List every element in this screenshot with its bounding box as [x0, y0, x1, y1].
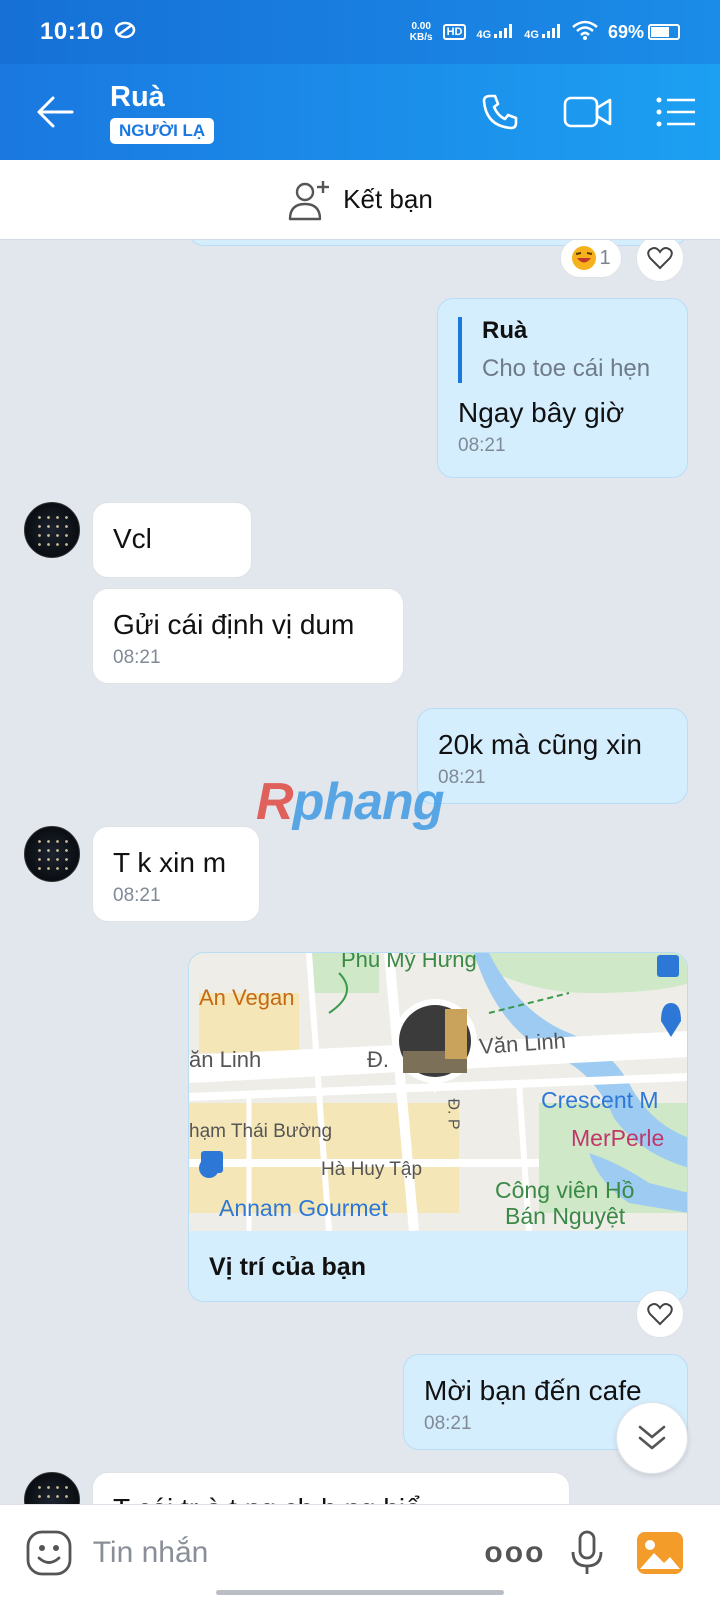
more-dots-icon: ooo: [484, 1535, 546, 1569]
message-time: 08:21: [438, 767, 486, 788]
message-bubble-outgoing[interactable]: 20k mà cũng xin 08:21: [417, 708, 688, 804]
map-label-annam: Annam Gourmet: [219, 1195, 388, 1221]
heart-icon: [647, 247, 673, 270]
quoted-text: Cho toe cái hẹn: [482, 355, 651, 382]
avatar[interactable]: [24, 1472, 80, 1504]
message-text: T k xin m: [113, 847, 227, 878]
message-text: Ngay bây giờ: [458, 397, 625, 428]
map-label-phu-my-hung: Phú Mỹ Hưng: [341, 953, 477, 972]
battery-percent: 69%: [607, 21, 644, 42]
status-indicators: 0.00 KB/s HD 4G 4G 69%: [410, 20, 680, 45]
menu-button[interactable]: [632, 64, 720, 160]
status-bar: 10:10 0.00 KB/s HD 4G 4G 69%: [0, 0, 720, 64]
chat-messages[interactable]: 1 Ruà Cho toe cái hẹn Ngay bây giờ 08:21…: [0, 240, 720, 1504]
avatar[interactable]: [24, 502, 80, 558]
add-user-icon: [288, 180, 330, 220]
hd-icon: HD: [442, 24, 467, 40]
wifi-icon: [572, 20, 598, 45]
message-composer: ooo: [0, 1504, 720, 1600]
voice-call-button[interactable]: [456, 64, 544, 160]
phone-icon: [482, 94, 518, 130]
location-caption: Vị trí của bạn: [209, 1252, 366, 1281]
message-bubble-quote-reply[interactable]: Ruà Cho toe cái hẹn Ngay bây giờ 08:21: [437, 298, 688, 478]
message-bubble-incoming[interactable]: Vcl: [92, 502, 252, 578]
chat-header: Ruà NGƯỜI LẠ: [0, 64, 720, 160]
map-label-dp: Đ. P: [444, 1098, 462, 1130]
reaction-count: 1: [599, 246, 611, 269]
avatar[interactable]: [24, 826, 80, 882]
smiley-icon: [26, 1530, 72, 1575]
signal-1-label: 4G: [476, 28, 492, 41]
battery-fill: [651, 27, 669, 37]
image-gallery-icon: [636, 1531, 683, 1574]
back-button[interactable]: [0, 64, 110, 160]
map-label-ban-nguyet: Bán Nguyệt: [505, 1203, 626, 1229]
sticker-button[interactable]: [24, 1513, 75, 1593]
watermark-r: R: [256, 773, 294, 831]
message-bubble-incoming-partial[interactable]: T cái tr à t ng ch h ng hiể: [92, 1472, 570, 1504]
message-bubble-incoming[interactable]: T k xin m 08:21: [92, 826, 260, 922]
net-speed-value: 0.00: [411, 21, 431, 32]
map-label-an-vegan: An Vegan: [199, 985, 295, 1010]
home-indicator: [216, 1590, 504, 1595]
contact-info[interactable]: Ruà NGƯỜI LẠ: [110, 81, 456, 144]
voice-record-button[interactable]: [551, 1513, 623, 1593]
message-text: Gửi cái định vị dum: [113, 609, 355, 640]
scroll-to-bottom-button[interactable]: [616, 1402, 688, 1474]
status-time: 10:10: [40, 18, 104, 45]
location-message[interactable]: Phú Mỹ Hưng An Vegan ăn Linh Đ. Văn Linh…: [188, 952, 688, 1302]
message-time: 08:21: [113, 885, 161, 906]
signal-4g-icon-2: 4G: [524, 23, 562, 41]
watermark-logo: Rphang: [256, 772, 445, 832]
add-friend-label: Kết bạn: [343, 184, 433, 214]
double-chevron-down-icon: [638, 1425, 666, 1450]
map-preview[interactable]: Phú Mỹ Hưng An Vegan ăn Linh Đ. Văn Linh…: [189, 953, 687, 1231]
stranger-badge: NGƯỜI LẠ: [110, 117, 215, 144]
video-call-button[interactable]: [544, 64, 632, 160]
map-label-cong-vien: Công viên Hồ: [495, 1177, 635, 1203]
signal-2-label: 4G: [524, 28, 539, 41]
quoted-sender: Ruà: [482, 317, 528, 344]
video-camera-icon: [563, 96, 612, 128]
message-time: 08:21: [113, 647, 161, 668]
net-speed-unit: KB/s: [409, 32, 433, 43]
gallery-button[interactable]: [624, 1513, 696, 1593]
quoted-message[interactable]: Ruà Cho toe cái hẹn: [458, 317, 667, 383]
add-friend-button[interactable]: Kết bạn: [0, 160, 720, 240]
battery-icon: [648, 24, 680, 40]
list-menu-icon: [656, 97, 695, 127]
message-text: Mời bạn đến cafe: [424, 1375, 642, 1406]
like-button[interactable]: [636, 1290, 684, 1338]
more-options-button[interactable]: ooo: [479, 1513, 551, 1593]
signal-4g-icon: 4G: [476, 23, 514, 41]
battery: 69%: [608, 22, 680, 43]
arrow-left-icon: [37, 96, 74, 128]
message-time: 08:21: [458, 435, 506, 456]
map-label-ha-huy-tap: Hà Huy Tập: [321, 1159, 423, 1180]
map-label-crescent: Crescent M: [541, 1087, 659, 1113]
message-input[interactable]: [92, 1535, 479, 1570]
net-speed: 0.00 KB/s: [410, 21, 433, 43]
map-label-pham-thai-buong: hạm Thái Bường: [189, 1121, 333, 1142]
microphone-icon: [571, 1530, 603, 1574]
message-text: T cái tr à t ng ch h ng hiể: [113, 1493, 549, 1504]
reaction-chip[interactable]: 1: [560, 240, 622, 278]
message-text: 20k mà cũng xin: [438, 729, 642, 760]
map-label-merperle: MerPerle: [571, 1125, 665, 1151]
message-bubble-incoming[interactable]: Gửi cái định vị dum 08:21: [92, 588, 404, 684]
map-label-d: Đ.: [367, 1047, 389, 1072]
data-saver-icon: [114, 21, 136, 44]
contact-name: Ruà: [110, 80, 165, 113]
heart-icon: [647, 1303, 673, 1326]
map-label-van-linh-left: ăn Linh: [189, 1047, 262, 1072]
laughing-emoji-icon: [572, 246, 597, 270]
watermark-rest: phang: [292, 773, 445, 831]
like-button[interactable]: [636, 240, 684, 282]
message-text: Vcl: [113, 523, 152, 554]
